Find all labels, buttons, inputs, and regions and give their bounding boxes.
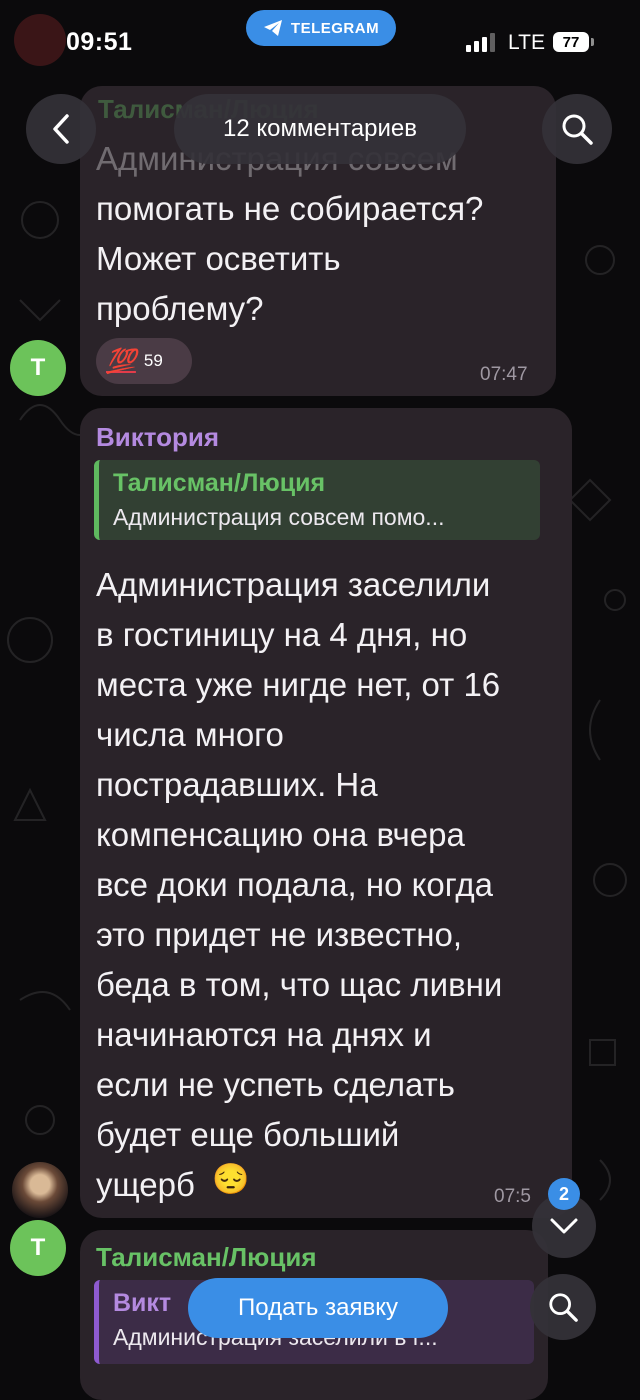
reaction-count: 59 bbox=[143, 351, 163, 370]
message-text: помогать не собирается? Может осветить п… bbox=[96, 190, 484, 327]
status-time: 09:51 bbox=[66, 28, 133, 56]
user-avatar-photo[interactable] bbox=[12, 1162, 68, 1218]
reply-quote[interactable]: Талисман/Люция Администрация совсем помо… bbox=[94, 460, 540, 540]
sender-name: Виктория bbox=[96, 422, 220, 452]
message-bubble-2[interactable]: Виктория Талисман/Люция Администрация со… bbox=[80, 408, 572, 1218]
search-icon bbox=[562, 114, 593, 145]
faded-channel-avatar bbox=[14, 14, 66, 66]
comments-count-title: 12 комментариев bbox=[174, 94, 466, 164]
reply-author: Талисман/Люция bbox=[113, 469, 326, 497]
pensive-face-emoji-icon: 😔 bbox=[212, 1163, 250, 1196]
sender-name: Талисман/Люция bbox=[96, 1242, 317, 1272]
network-type: LTE bbox=[508, 31, 545, 54]
back-button[interactable] bbox=[26, 94, 96, 164]
search-icon bbox=[549, 1293, 578, 1322]
telegram-plane-icon bbox=[263, 20, 282, 36]
reaction-chip[interactable]: 💯 59 bbox=[96, 338, 192, 384]
chevron-down-icon bbox=[550, 1218, 578, 1234]
reply-snippet: Администрация совсем помо... bbox=[113, 504, 445, 530]
message-time: 07:47 bbox=[480, 364, 528, 385]
search-messages-button[interactable] bbox=[530, 1274, 596, 1340]
unread-count-badge: 2 bbox=[548, 1178, 580, 1210]
user-avatar[interactable]: Т bbox=[10, 340, 66, 396]
battery-tip bbox=[591, 38, 594, 46]
signal-strength-icon bbox=[466, 32, 495, 52]
telegram-label: TELEGRAM bbox=[290, 19, 380, 37]
chevron-left-icon bbox=[53, 114, 69, 144]
message-text: Администрация заселили в гостиницу на 4 … bbox=[96, 566, 503, 1203]
return-to-telegram-pill[interactable]: TELEGRAM bbox=[246, 10, 396, 46]
search-button[interactable] bbox=[542, 94, 612, 164]
hundred-points-emoji-icon: 💯 bbox=[106, 347, 136, 375]
battery-indicator: 77 bbox=[553, 32, 589, 52]
user-avatar[interactable]: Т bbox=[10, 1220, 66, 1276]
submit-application-button[interactable]: Подать заявку bbox=[188, 1278, 448, 1338]
message-time: 07:5 bbox=[494, 1186, 531, 1207]
